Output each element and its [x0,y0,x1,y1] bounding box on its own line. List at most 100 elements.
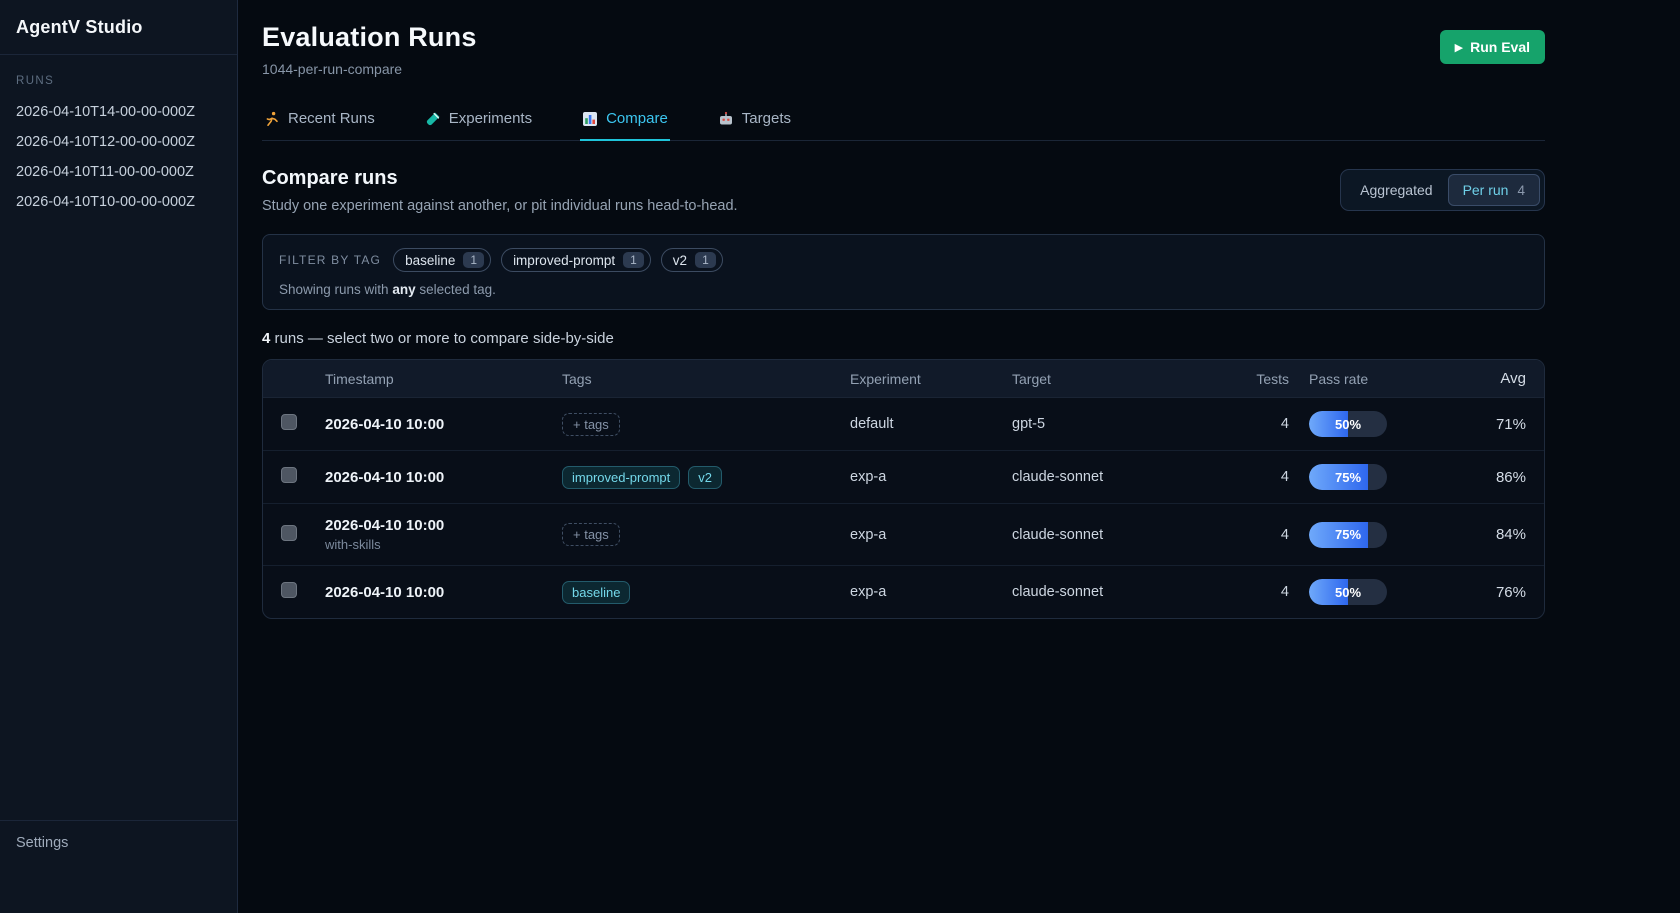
table-row: 2026-04-10 10:00 with-skills + tags exp-… [263,504,1544,566]
sidebar-item-run[interactable]: 2026-04-10T12-00-00-000Z [0,127,237,157]
pass-rate-pill: 75% [1309,522,1387,548]
table-row: 2026-04-10 10:00 improved-prompt v2 exp-a… [263,451,1544,504]
toggle-aggregated[interactable]: Aggregated [1345,174,1447,206]
robot-icon [718,111,734,127]
app-title: AgentV Studio [0,0,237,55]
runs-summary: 4 runs — select two or more to compare s… [262,330,1545,347]
sidebar-item-run[interactable]: 2026-04-10T14-00-00-000Z [0,97,237,127]
pass-rate-label: 50% [1309,411,1387,437]
filter-tag-chip[interactable]: improved-prompt 1 [501,248,651,272]
sidebar-item-settings[interactable]: Settings [0,820,237,913]
header-checkbox-spacer [263,360,315,398]
col-pass-rate: Pass rate [1299,360,1431,398]
compare-runs-description: Study one experiment against another, or… [262,198,738,214]
pass-rate-label: 50% [1309,579,1387,605]
pass-rate-label: 75% [1309,522,1387,548]
sidebar-item-run[interactable]: 2026-04-10T10-00-00-000Z [0,187,237,217]
filter-tag-name: v2 [673,253,687,268]
filter-tag-name: baseline [405,253,455,268]
pass-rate-pill: 50% [1309,411,1387,437]
run-tags-cell: + tags [552,398,840,451]
tab-label: Recent Runs [288,110,375,127]
page-subtitle: 1044-per-run-compare [262,61,477,77]
page-title: Evaluation Runs [262,22,477,53]
table-row: 2026-04-10 10:00 + tags default gpt-5 4 … [263,398,1544,451]
table-row: 2026-04-10 10:00 baseline exp-a claude-s… [263,566,1544,619]
add-tags-button[interactable]: + tags [562,413,620,436]
col-target: Target [1002,360,1237,398]
run-timestamp: 2026-04-10 10:00 [325,416,542,433]
run-id-label: 2026-04-10T12-00-00-000Z [16,134,195,150]
tab-bar: Recent Runs Experiments Compare Targets [262,101,1545,141]
per-run-label: Per run [1463,182,1509,198]
view-mode-toggle: Aggregated Per run 4 [1340,169,1545,211]
col-tests: Tests [1237,360,1299,398]
test-tube-icon [425,111,441,127]
runs-table: Timestamp Tags Experiment Target Tests P… [263,360,1544,618]
per-run-count: 4 [1517,183,1525,198]
filter-by-tag-label: FILTER BY TAG [279,253,381,267]
row-checkbox[interactable] [281,582,297,598]
run-eval-button[interactable]: ▶ Run Eval [1440,30,1545,64]
toggle-per-run[interactable]: Per run 4 [1448,174,1540,206]
run-id-label: 2026-04-10T14-00-00-000Z [16,104,195,120]
tab-recent-runs[interactable]: Recent Runs [262,101,377,141]
add-tags-button[interactable]: + tags [562,523,620,546]
sidebar: AgentV Studio RUNS 2026-04-10T14-00-00-0… [0,0,238,913]
run-tag-chip: v2 [688,466,722,489]
filter-tag-chip[interactable]: v2 1 [661,248,723,272]
pass-rate-pill: 75% [1309,464,1387,490]
filter-note: Showing runs with any selected tag. [279,282,1528,297]
run-eval-label: Run Eval [1470,39,1530,55]
run-tags-cell: + tags [552,504,840,566]
run-id-label: 2026-04-10T11-00-00-000Z [16,164,194,180]
run-avg: 84% [1431,504,1544,566]
bar-chart-icon [582,111,598,127]
runs-list: 2026-04-10T14-00-00-000Z 2026-04-10T12-00… [0,97,237,217]
filter-tag-count: 1 [463,252,484,268]
main-content: Evaluation Runs 1044-per-run-compare ▶ R… [238,0,1680,913]
col-timestamp: Timestamp [315,360,552,398]
run-avg: 71% [1431,398,1544,451]
run-timestamp: 2026-04-10 10:00 [325,517,542,534]
tab-label: Targets [742,110,791,127]
run-id-label: 2026-04-10T10-00-00-000Z [16,194,195,210]
run-timestamp: 2026-04-10 10:00 [325,469,542,486]
tab-compare[interactable]: Compare [580,101,670,141]
col-avg: Avg [1431,360,1544,398]
run-target: claude-sonnet [1002,451,1237,504]
row-checkbox[interactable] [281,414,297,430]
filter-tag-count: 1 [695,252,716,268]
run-experiment: default [840,398,1002,451]
run-tests: 4 [1237,504,1299,566]
run-tag-chip: baseline [562,581,630,604]
run-tag-chip: improved-prompt [562,466,680,489]
run-tests: 4 [1237,566,1299,619]
run-tests: 4 [1237,451,1299,504]
runs-section-label: RUNS [0,55,237,97]
run-avg: 86% [1431,451,1544,504]
runner-icon [264,111,280,127]
run-target: claude-sonnet [1002,504,1237,566]
pass-rate-label: 75% [1309,464,1387,490]
tab-label: Experiments [449,110,532,127]
filter-tag-count: 1 [623,252,644,268]
row-checkbox[interactable] [281,467,297,483]
play-icon: ▶ [1455,41,1463,54]
run-experiment: exp-a [840,504,1002,566]
row-checkbox[interactable] [281,525,297,541]
tab-experiments[interactable]: Experiments [423,101,534,141]
filter-chip-list: baseline 1 improved-prompt 1 v2 1 [393,248,723,272]
run-experiment: exp-a [840,566,1002,619]
pass-rate-pill: 50% [1309,579,1387,605]
run-variant: with-skills [325,537,542,552]
filter-tag-chip[interactable]: baseline 1 [393,248,491,272]
run-target: gpt-5 [1002,398,1237,451]
tab-targets[interactable]: Targets [716,101,793,141]
sidebar-item-run[interactable]: 2026-04-10T11-00-00-000Z [0,157,237,187]
run-experiment: exp-a [840,451,1002,504]
filter-tag-name: improved-prompt [513,253,615,268]
run-tags-cell: baseline [552,566,840,619]
run-timestamp: 2026-04-10 10:00 [325,584,542,601]
run-tests: 4 [1237,398,1299,451]
